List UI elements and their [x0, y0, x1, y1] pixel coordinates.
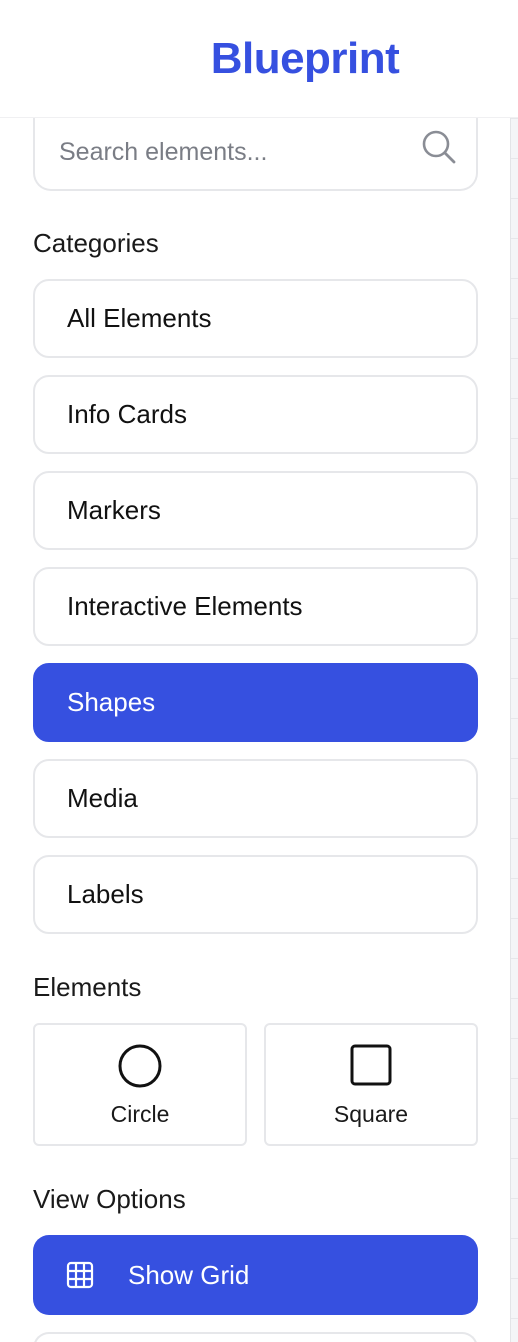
category-label: Markers [67, 495, 161, 525]
show-grid-label: Show Grid [128, 1259, 250, 1290]
category-label: Interactive Elements [67, 591, 303, 621]
search-box [33, 118, 478, 191]
square-icon [350, 1044, 392, 1086]
category-label: Shapes [67, 687, 156, 717]
category-shapes[interactable]: Shapes [33, 663, 478, 742]
sidebar: Categories All Elements Info Cards Marke… [0, 118, 510, 1342]
app-header: Blueprint [0, 0, 518, 118]
categories-heading: Categories [33, 228, 159, 258]
category-all-elements[interactable]: All Elements [33, 279, 478, 358]
canvas-edge[interactable] [510, 118, 518, 1342]
grid-icon [66, 1261, 94, 1289]
category-label: Media [67, 783, 138, 813]
category-markers[interactable]: Markers [33, 471, 478, 550]
category-label: Info Cards [67, 399, 187, 429]
category-info-cards[interactable]: Info Cards [33, 375, 478, 454]
search-input[interactable] [59, 124, 419, 180]
elements-heading: Elements [33, 972, 142, 1002]
category-labels[interactable]: Labels [33, 855, 478, 934]
category-interactive-elements[interactable]: Interactive Elements [33, 567, 478, 646]
app-logo-title: Blueprint [210, 33, 400, 83]
category-media[interactable]: Media [33, 759, 478, 838]
category-label: Labels [67, 879, 144, 909]
element-label: Square [333, 1101, 409, 1127]
view-options-heading: View Options [33, 1184, 186, 1214]
element-circle[interactable]: Circle [33, 1023, 247, 1146]
circle-icon [118, 1044, 162, 1088]
category-label: All Elements [67, 303, 212, 333]
show-grid-button[interactable]: Show Grid [33, 1235, 478, 1315]
element-square[interactable]: Square [264, 1023, 478, 1146]
element-label: Circle [110, 1101, 170, 1127]
view-option-button-partial[interactable] [33, 1332, 478, 1342]
search-icon[interactable] [420, 128, 458, 166]
